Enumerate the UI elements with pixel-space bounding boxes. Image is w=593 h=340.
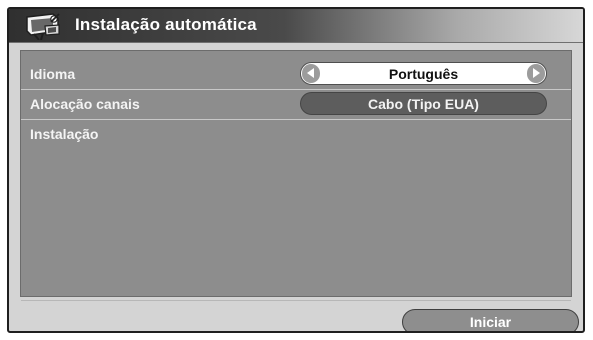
chevron-right-icon bbox=[533, 68, 540, 78]
setting-row-installation[interactable]: Instalação bbox=[21, 119, 571, 149]
channel-allocation-value: Cabo (Tipo EUA) bbox=[368, 96, 479, 112]
installation-label: Instalação bbox=[30, 126, 99, 142]
start-button[interactable]: Iniciar bbox=[402, 309, 579, 331]
language-label: Idioma bbox=[30, 66, 76, 82]
language-selector[interactable]: Português bbox=[300, 62, 547, 85]
settings-panel: Idioma Português Alocação canais Cabo (T… bbox=[20, 50, 572, 297]
channel-allocation-label: Alocação canais bbox=[30, 96, 140, 112]
setting-row-channel-allocation[interactable]: Alocação canais Cabo (Tipo EUA) bbox=[21, 89, 571, 120]
setting-row-language[interactable]: Idioma Português bbox=[21, 59, 571, 90]
start-button-label: Iniciar bbox=[469, 314, 512, 330]
tv-installation-icon bbox=[26, 13, 60, 40]
window-title: Instalação automática bbox=[75, 15, 257, 34]
channel-allocation-selector[interactable]: Cabo (Tipo EUA) bbox=[300, 92, 547, 115]
footer-divider bbox=[21, 300, 571, 301]
installation-dialog: Instalação automática Idioma Português A… bbox=[7, 7, 585, 333]
title-bar: Instalação automática bbox=[9, 9, 583, 43]
next-language-button[interactable] bbox=[527, 64, 545, 83]
language-value: Português bbox=[388, 66, 459, 82]
